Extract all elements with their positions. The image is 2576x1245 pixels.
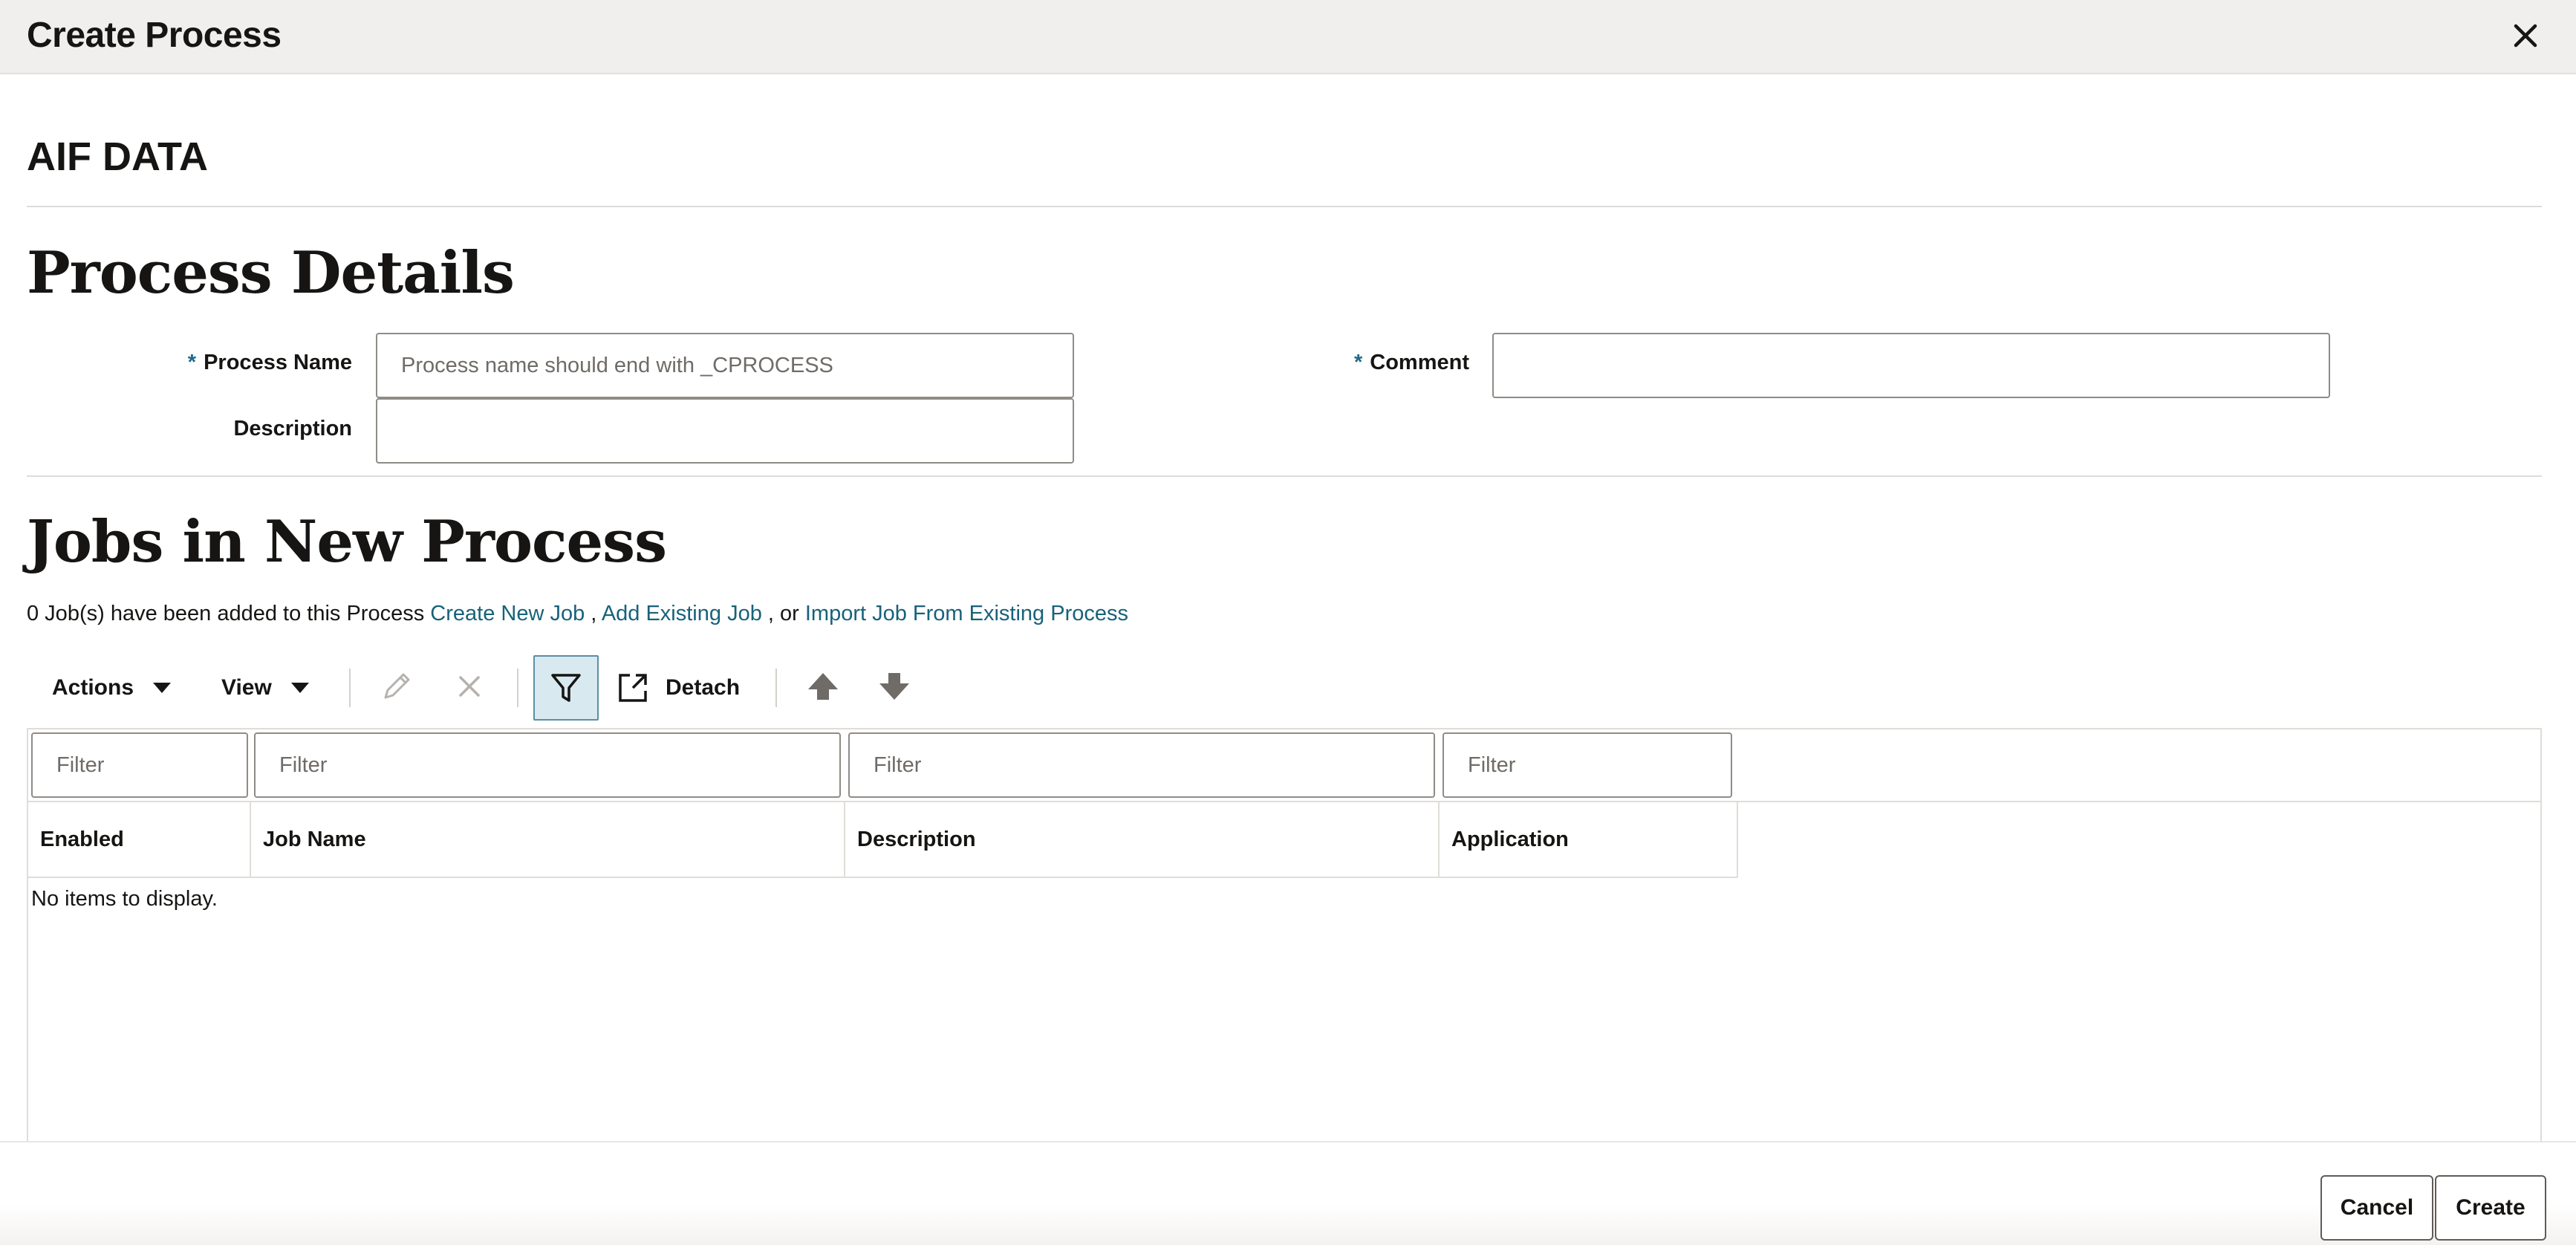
actions-label: Actions	[52, 675, 134, 700]
toolbar-separator	[349, 669, 351, 707]
column-header-job-name[interactable]: Job Name	[251, 802, 845, 877]
filter-toggle-button[interactable]	[533, 655, 599, 721]
description-filter-input[interactable]	[848, 732, 1435, 798]
delete-button[interactable]	[437, 654, 502, 719]
process-name-input[interactable]	[376, 333, 1074, 398]
context-title: AIF DATA	[27, 134, 208, 179]
jobs-summary: 0 Job(s) have been added to this Process…	[27, 602, 1128, 626]
jobs-summary-text: 0 Job(s) have been added to this Process	[27, 602, 425, 625]
edit-icon	[384, 673, 410, 699]
create-button[interactable]: Create	[2435, 1175, 2546, 1241]
detach-icon	[619, 674, 647, 702]
jobs-heading: Jobs in New Process	[27, 508, 667, 576]
separator: ,	[591, 602, 597, 625]
view-label: View	[221, 675, 272, 700]
filter-icon	[551, 674, 581, 702]
move-up-icon	[808, 673, 838, 700]
move-down-icon	[879, 673, 909, 700]
process-name-label-text: Process Name	[204, 351, 352, 374]
toolbar-separator	[775, 669, 777, 707]
job-name-filter-input[interactable]	[254, 732, 841, 798]
comment-input[interactable]	[1492, 333, 2330, 398]
add-existing-job-link[interactable]: Add Existing Job	[602, 602, 762, 625]
edit-button[interactable]	[364, 654, 429, 719]
application-filter-input[interactable]	[1443, 732, 1732, 798]
move-down-button[interactable]	[862, 654, 927, 719]
create-new-job-link[interactable]: Create New Job	[430, 602, 585, 625]
dialog-footer: Cancel Create	[0, 1141, 2576, 1245]
actions-menu[interactable]: Actions	[52, 654, 172, 722]
dialog-header: Create Process	[0, 0, 2576, 74]
close-button[interactable]	[2505, 15, 2546, 56]
move-up-button[interactable]	[790, 654, 856, 719]
description-input[interactable]	[376, 398, 1074, 464]
enabled-filter-input[interactable]	[31, 732, 248, 798]
chevron-down-icon	[153, 683, 172, 693]
import-job-link[interactable]: Import Job From Existing Process	[805, 602, 1128, 625]
detach-button[interactable]: Detach	[615, 654, 740, 722]
required-marker: *	[1353, 351, 1363, 374]
chevron-down-icon	[290, 683, 309, 693]
comment-label: * Comment	[1263, 351, 1469, 375]
process-details-heading: Process Details	[27, 239, 515, 307]
table-header-row: Enabled Job Name Description Application	[28, 802, 1738, 878]
view-menu[interactable]: View	[221, 654, 309, 722]
close-icon	[2514, 24, 2537, 48]
separator: , or	[767, 602, 799, 625]
toolbar-separator	[517, 669, 518, 707]
table-toolbar: Actions View Detach	[27, 654, 992, 722]
divider	[27, 475, 2542, 477]
comment-label-text: Comment	[1370, 351, 1469, 374]
cancel-button[interactable]: Cancel	[2320, 1175, 2433, 1241]
divider	[27, 206, 2542, 207]
jobs-table: Enabled Job Name Description Application…	[27, 728, 2542, 1142]
column-header-description[interactable]: Description	[845, 802, 1440, 877]
required-marker: *	[187, 351, 197, 374]
filter-row	[28, 729, 2542, 802]
delete-icon	[459, 676, 480, 697]
description-label: Description	[233, 417, 352, 441]
column-header-enabled[interactable]: Enabled	[28, 802, 251, 877]
column-header-application[interactable]: Application	[1440, 802, 1738, 877]
process-name-label: * Process Name	[149, 351, 352, 375]
empty-table-message: No items to display.	[31, 887, 218, 911]
detach-label: Detach	[666, 675, 741, 700]
dialog-title: Create Process	[27, 16, 282, 55]
